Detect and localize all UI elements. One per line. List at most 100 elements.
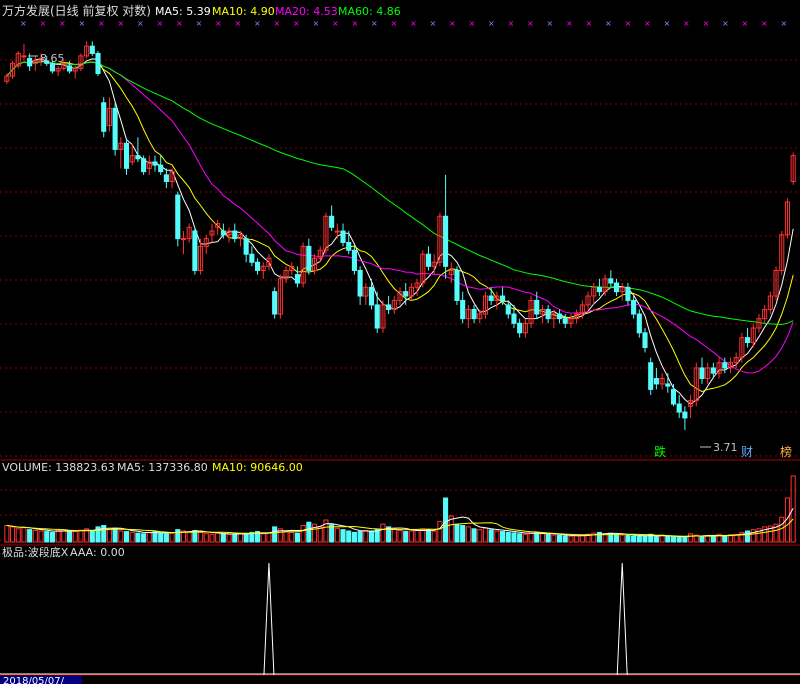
candle-body [722,362,728,369]
candle [9,60,16,79]
top-marker: × [196,19,203,28]
ma20-legend: MA20: 4.53 [275,5,338,18]
candle-body [670,388,677,405]
volume-title: VOLUME: 138823.63 [2,461,115,474]
candle [300,242,306,288]
moving-average-lines [6,58,794,405]
volume-bar [511,532,517,543]
volume-bar [272,526,278,543]
top-marker: × [508,19,515,28]
volume-bar [653,536,659,543]
candle [141,155,147,175]
candle-body [329,215,335,228]
candle [368,278,375,310]
candle [625,283,631,305]
candle [642,328,648,353]
volume-bar [340,529,346,543]
candle [665,373,671,393]
volume-bar [471,528,477,543]
top-marker: × [683,19,690,28]
indicator-aaa: AAA: 0.00 [70,546,125,559]
top-marker: × [20,19,27,28]
candle [209,223,215,243]
candle-body [255,261,261,271]
candle [391,296,397,315]
top-marker: × [410,19,417,28]
candle [317,246,323,263]
candle [32,55,38,71]
candle-body [368,286,375,306]
candle [78,53,84,71]
volume-bar [380,523,386,543]
candle-body [95,52,101,75]
candle [169,168,175,189]
volume-bar [351,531,357,543]
candle [283,266,289,284]
candle [779,231,785,275]
candle [784,198,791,239]
candle [226,227,232,243]
candle-body [135,155,141,160]
candle-body [192,230,198,271]
date-axis: 2018/05/07/ [0,676,82,684]
top-marker: × [605,19,612,28]
candle-body [665,383,671,387]
candle-body [158,164,164,173]
top-marker: × [664,19,671,28]
candle [386,296,392,315]
candle [443,174,449,279]
stock-chart[interactable]: × × × × × × × × × × × × × × × × × × × × × × × × × × × × × × × × × × × × × × × ×… [0,0,800,684]
volume-bar [89,529,95,543]
volume-bar [425,529,432,543]
top-marker: × [254,19,261,28]
volume-bar [129,531,135,543]
candle [340,223,346,247]
volume-bar [551,534,557,543]
indicator-panel: 极品:波段底X AAA: 0.00 [0,545,800,676]
volume-ma5-legend: MA5: 137336.80 [117,461,208,474]
candle-body [243,238,249,255]
volume-bar [135,532,141,543]
candle-body [562,318,568,324]
volume-bar [699,536,705,543]
top-marker: × [313,19,320,28]
top-marker: × [469,19,476,28]
candle [471,304,477,324]
top-marker: × [527,19,534,28]
volume-bar [112,527,118,543]
candle-body [180,238,187,241]
candle-body [21,55,27,58]
volume-bar [688,533,694,543]
volume-bar [215,532,221,543]
candle-body [745,337,751,344]
candle-body [608,278,614,284]
indicator-title: 极品:波段底X [2,545,69,559]
candle-body [112,107,118,150]
candle [266,254,272,271]
volume-bar [779,516,785,543]
candle-body [642,332,648,348]
volume-bar [141,533,147,543]
volume-bar [66,530,73,543]
candle-body [66,65,73,72]
top-marker: × [761,19,768,28]
volume-panel: VOLUME: 138823.63 MA5: 137336.80 MA10: 9… [2,461,796,543]
top-marker: × [352,19,359,28]
candle [21,43,27,61]
candle [528,296,534,329]
candle-body [710,367,716,374]
candle-body [123,142,130,169]
candle [180,231,187,255]
candle-body [232,230,238,240]
candle-body [386,304,392,310]
candle-body [101,102,107,132]
volume-bar [306,521,312,543]
volume-bar [722,534,728,543]
candle [465,304,471,329]
volume-ma10-legend: MA10: 90646.00 [212,461,303,474]
ma10-legend: MA10: 4.90 [212,5,275,18]
volume-bar [539,533,545,543]
candle [608,270,614,288]
ma5-legend: MA5: 5.39 [155,5,211,18]
candle [659,373,665,390]
